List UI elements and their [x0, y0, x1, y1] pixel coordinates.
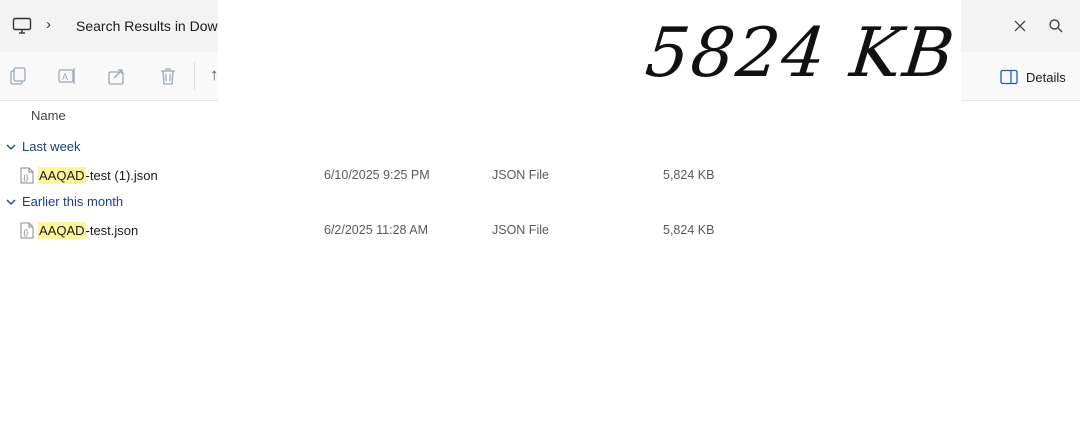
group-header-earlier-this-month[interactable]: Earlier this month — [6, 194, 123, 209]
file-size: 5,824 KB — [663, 223, 715, 237]
details-pane-icon — [1000, 69, 1018, 85]
file-size: 5,824 KB — [663, 168, 715, 182]
delete-icon[interactable] — [158, 66, 178, 86]
close-icon[interactable] — [1010, 16, 1030, 36]
breadcrumb-chevron-icon[interactable]: › — [46, 17, 58, 33]
details-button[interactable]: Details — [1000, 66, 1066, 88]
file-name-rest: -test.json — [85, 223, 139, 238]
details-label: Details — [1026, 69, 1066, 85]
svg-text:{}: {} — [24, 230, 29, 237]
file-name[interactable]: AAQAD-test.json — [38, 222, 139, 239]
search-match: AAQAD — [38, 222, 86, 239]
file-name-rest: -test (1).json — [85, 168, 158, 183]
column-header-name[interactable]: Name — [31, 108, 66, 123]
svg-text:A: A — [62, 72, 68, 82]
file-row[interactable]: {} AAQAD-test.json 6/2/2025 11:28 AM JSO… — [0, 217, 1080, 245]
group-header-last-week[interactable]: Last week — [6, 139, 81, 154]
chevron-down-icon — [6, 144, 16, 150]
file-row[interactable]: {} AAQAD-test (1).json 6/10/2025 9:25 PM… — [0, 162, 1080, 190]
json-file-icon: {} — [20, 222, 34, 239]
breadcrumb[interactable]: Search Results in Dow — [76, 18, 218, 34]
file-date: 6/10/2025 9:25 PM — [324, 168, 430, 182]
svg-text:{}: {} — [24, 175, 29, 182]
share-icon[interactable] — [107, 66, 127, 86]
file-date: 6/2/2025 11:28 AM — [324, 223, 429, 237]
file-name[interactable]: AAQAD-test (1).json — [38, 167, 158, 184]
rename-icon[interactable]: A — [57, 66, 77, 86]
annotation-overlay: 5824 KB — [218, 0, 961, 101]
json-file-icon: {} — [20, 167, 34, 184]
file-type: JSON File — [492, 168, 549, 182]
search-match: AAQAD — [38, 167, 86, 184]
group-label: Earlier this month — [22, 194, 124, 209]
toolbar-separator — [194, 62, 195, 90]
copy-icon[interactable] — [8, 66, 28, 86]
file-type: JSON File — [492, 223, 549, 237]
group-label: Last week — [22, 139, 81, 154]
handwritten-annotation: 5824 KB — [641, 14, 960, 93]
computer-icon[interactable] — [12, 17, 32, 35]
search-icon[interactable] — [1047, 17, 1065, 35]
chevron-down-icon — [6, 199, 16, 205]
